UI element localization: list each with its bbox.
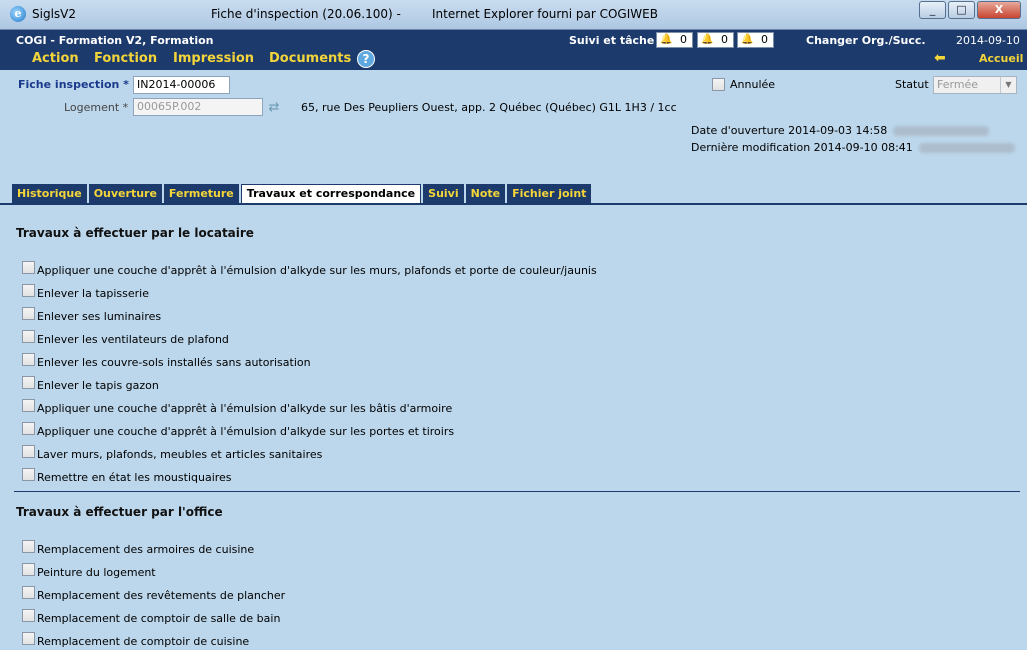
checkbox[interactable] — [22, 375, 35, 389]
list-item[interactable]: Enlever la tapisserie — [22, 283, 149, 301]
list-item[interactable]: Enlever ses luminaires — [22, 306, 161, 324]
red-bell-icon: 🔔 — [660, 34, 673, 45]
app-name: SiglsV2 — [32, 7, 76, 21]
logement-label: Logement * — [64, 101, 129, 114]
checkbox[interactable] — [22, 283, 35, 297]
office-section-title: Travaux à effectuer par l'office — [16, 505, 223, 519]
inspection-form: Fiche inspection * IN2014-00006 Logement… — [0, 70, 1027, 184]
list-item[interactable]: Remplacement des revêtements de plancher — [22, 585, 285, 603]
list-item[interactable]: Enlever le tapis gazon — [22, 375, 159, 393]
menu-fonction[interactable]: Fonction — [94, 51, 157, 66]
red-counter[interactable]: 🔔 0 — [656, 32, 693, 48]
maximize-icon[interactable]: □ — [948, 1, 975, 19]
logement-input[interactable]: 00065P.002 — [133, 98, 263, 116]
window-controls: _ □ X — [919, 1, 1021, 19]
fiche-inspection-label: Fiche inspection * — [18, 78, 129, 91]
menu-impression[interactable]: Impression — [173, 51, 254, 66]
tab-travaux-correspondance[interactable]: Travaux et correspondance — [240, 184, 422, 203]
help-icon[interactable]: ? — [357, 50, 375, 68]
menu-documents[interactable]: Documents — [269, 51, 351, 66]
browser-title: Internet Explorer fourni par COGIWEB — [432, 7, 658, 21]
list-item[interactable]: Remplacement des armoires de cuisine — [22, 539, 254, 557]
list-item[interactable]: Appliquer une couche d'apprêt à l'émulsi… — [22, 398, 452, 416]
annulee-label: Annulée — [730, 78, 776, 91]
green-bell-icon: 🔔 — [741, 34, 754, 45]
header-date: 2014-09-10 — [956, 34, 1020, 47]
list-item[interactable]: Remettre en état les moustiquaires — [22, 467, 232, 485]
statut-select[interactable]: Fermée ▼ — [933, 76, 1017, 94]
checkbox[interactable] — [22, 467, 35, 481]
section-divider — [14, 491, 1020, 492]
redacted-user — [893, 126, 990, 136]
accueil-link[interactable]: Accueil — [979, 52, 1023, 65]
annulee-checkbox[interactable] — [712, 78, 725, 91]
checkbox[interactable] — [22, 398, 35, 412]
list-item[interactable]: Remplacement de comptoir de cuisine — [22, 631, 249, 649]
lookup-icon[interactable]: ⇄ — [266, 100, 282, 116]
checkbox[interactable] — [22, 444, 35, 458]
tab-fichier-joint[interactable]: Fichier joint — [507, 184, 592, 203]
organization-label: COGI - Formation V2, Formation — [16, 34, 214, 47]
tab-suivi[interactable]: Suivi — [423, 184, 464, 203]
orange-bell-icon: 🔔 — [701, 34, 714, 45]
app-header: COGI - Formation V2, Formation Action Fo… — [0, 30, 1027, 70]
derniere-modification: Dernière modification 2014-09-10 08:41 — [691, 141, 1015, 154]
list-item[interactable]: Enlever les couvre-sols installés sans a… — [22, 352, 311, 370]
minimize-icon[interactable]: _ — [919, 1, 946, 19]
window-title-bar: e SiglsV2 Fiche d'inspection (20.06.100)… — [0, 0, 1027, 30]
list-item[interactable]: Peinture du logement — [22, 562, 156, 580]
checkbox[interactable] — [22, 608, 35, 622]
redacted-user — [918, 143, 1015, 153]
ie-logo-icon: e — [10, 6, 26, 22]
page-title: Fiche d'inspection (20.06.100) - — [211, 7, 401, 21]
back-arrow-icon[interactable]: ⬅ — [934, 50, 946, 66]
change-org-link[interactable]: Changer Org./Succ. — [806, 34, 926, 47]
checkbox[interactable] — [22, 631, 35, 645]
tab-bar: Historique Ouverture Fermeture Travaux e… — [12, 184, 592, 203]
list-item[interactable]: Appliquer une couche d'apprêt à l'émulsi… — [22, 421, 454, 439]
date-ouverture: Date d'ouverture 2014-09-03 14:58 — [691, 124, 990, 137]
list-item[interactable]: Enlever les ventilateurs de plafond — [22, 329, 229, 347]
checkbox[interactable] — [22, 306, 35, 320]
menu-action[interactable]: Action — [32, 51, 79, 66]
checkbox[interactable] — [22, 421, 35, 435]
suivi-tache-label[interactable]: Suivi et tâche — [569, 34, 654, 47]
checkbox[interactable] — [22, 352, 35, 366]
checkbox[interactable] — [22, 585, 35, 599]
close-icon[interactable]: X — [977, 1, 1021, 19]
list-item[interactable]: Appliquer une couche d'apprêt à l'émulsi… — [22, 260, 597, 278]
chevron-down-icon: ▼ — [1000, 77, 1016, 93]
tab-fermeture[interactable]: Fermeture — [163, 184, 239, 203]
checkbox[interactable] — [22, 329, 35, 343]
list-item[interactable]: Remplacement de comptoir de salle de bai… — [22, 608, 280, 626]
green-counter[interactable]: 🔔 0 — [737, 32, 774, 48]
list-item[interactable]: Laver murs, plafonds, meubles et article… — [22, 444, 322, 462]
fiche-inspection-input[interactable]: IN2014-00006 — [133, 76, 230, 94]
checkbox[interactable] — [22, 562, 35, 576]
orange-counter[interactable]: 🔔 0 — [697, 32, 734, 48]
locataire-section-title: Travaux à effectuer par le locataire — [16, 226, 254, 240]
statut-value: Fermée — [937, 78, 979, 91]
logement-address: 65, rue Des Peupliers Ouest, app. 2 Québ… — [301, 101, 677, 114]
tab-historique[interactable]: Historique — [12, 184, 87, 203]
checkbox[interactable] — [22, 539, 35, 553]
statut-label: Statut — [895, 78, 929, 91]
checkbox[interactable] — [22, 260, 35, 274]
tab-note[interactable]: Note — [465, 184, 506, 203]
tab-ouverture[interactable]: Ouverture — [88, 184, 162, 203]
